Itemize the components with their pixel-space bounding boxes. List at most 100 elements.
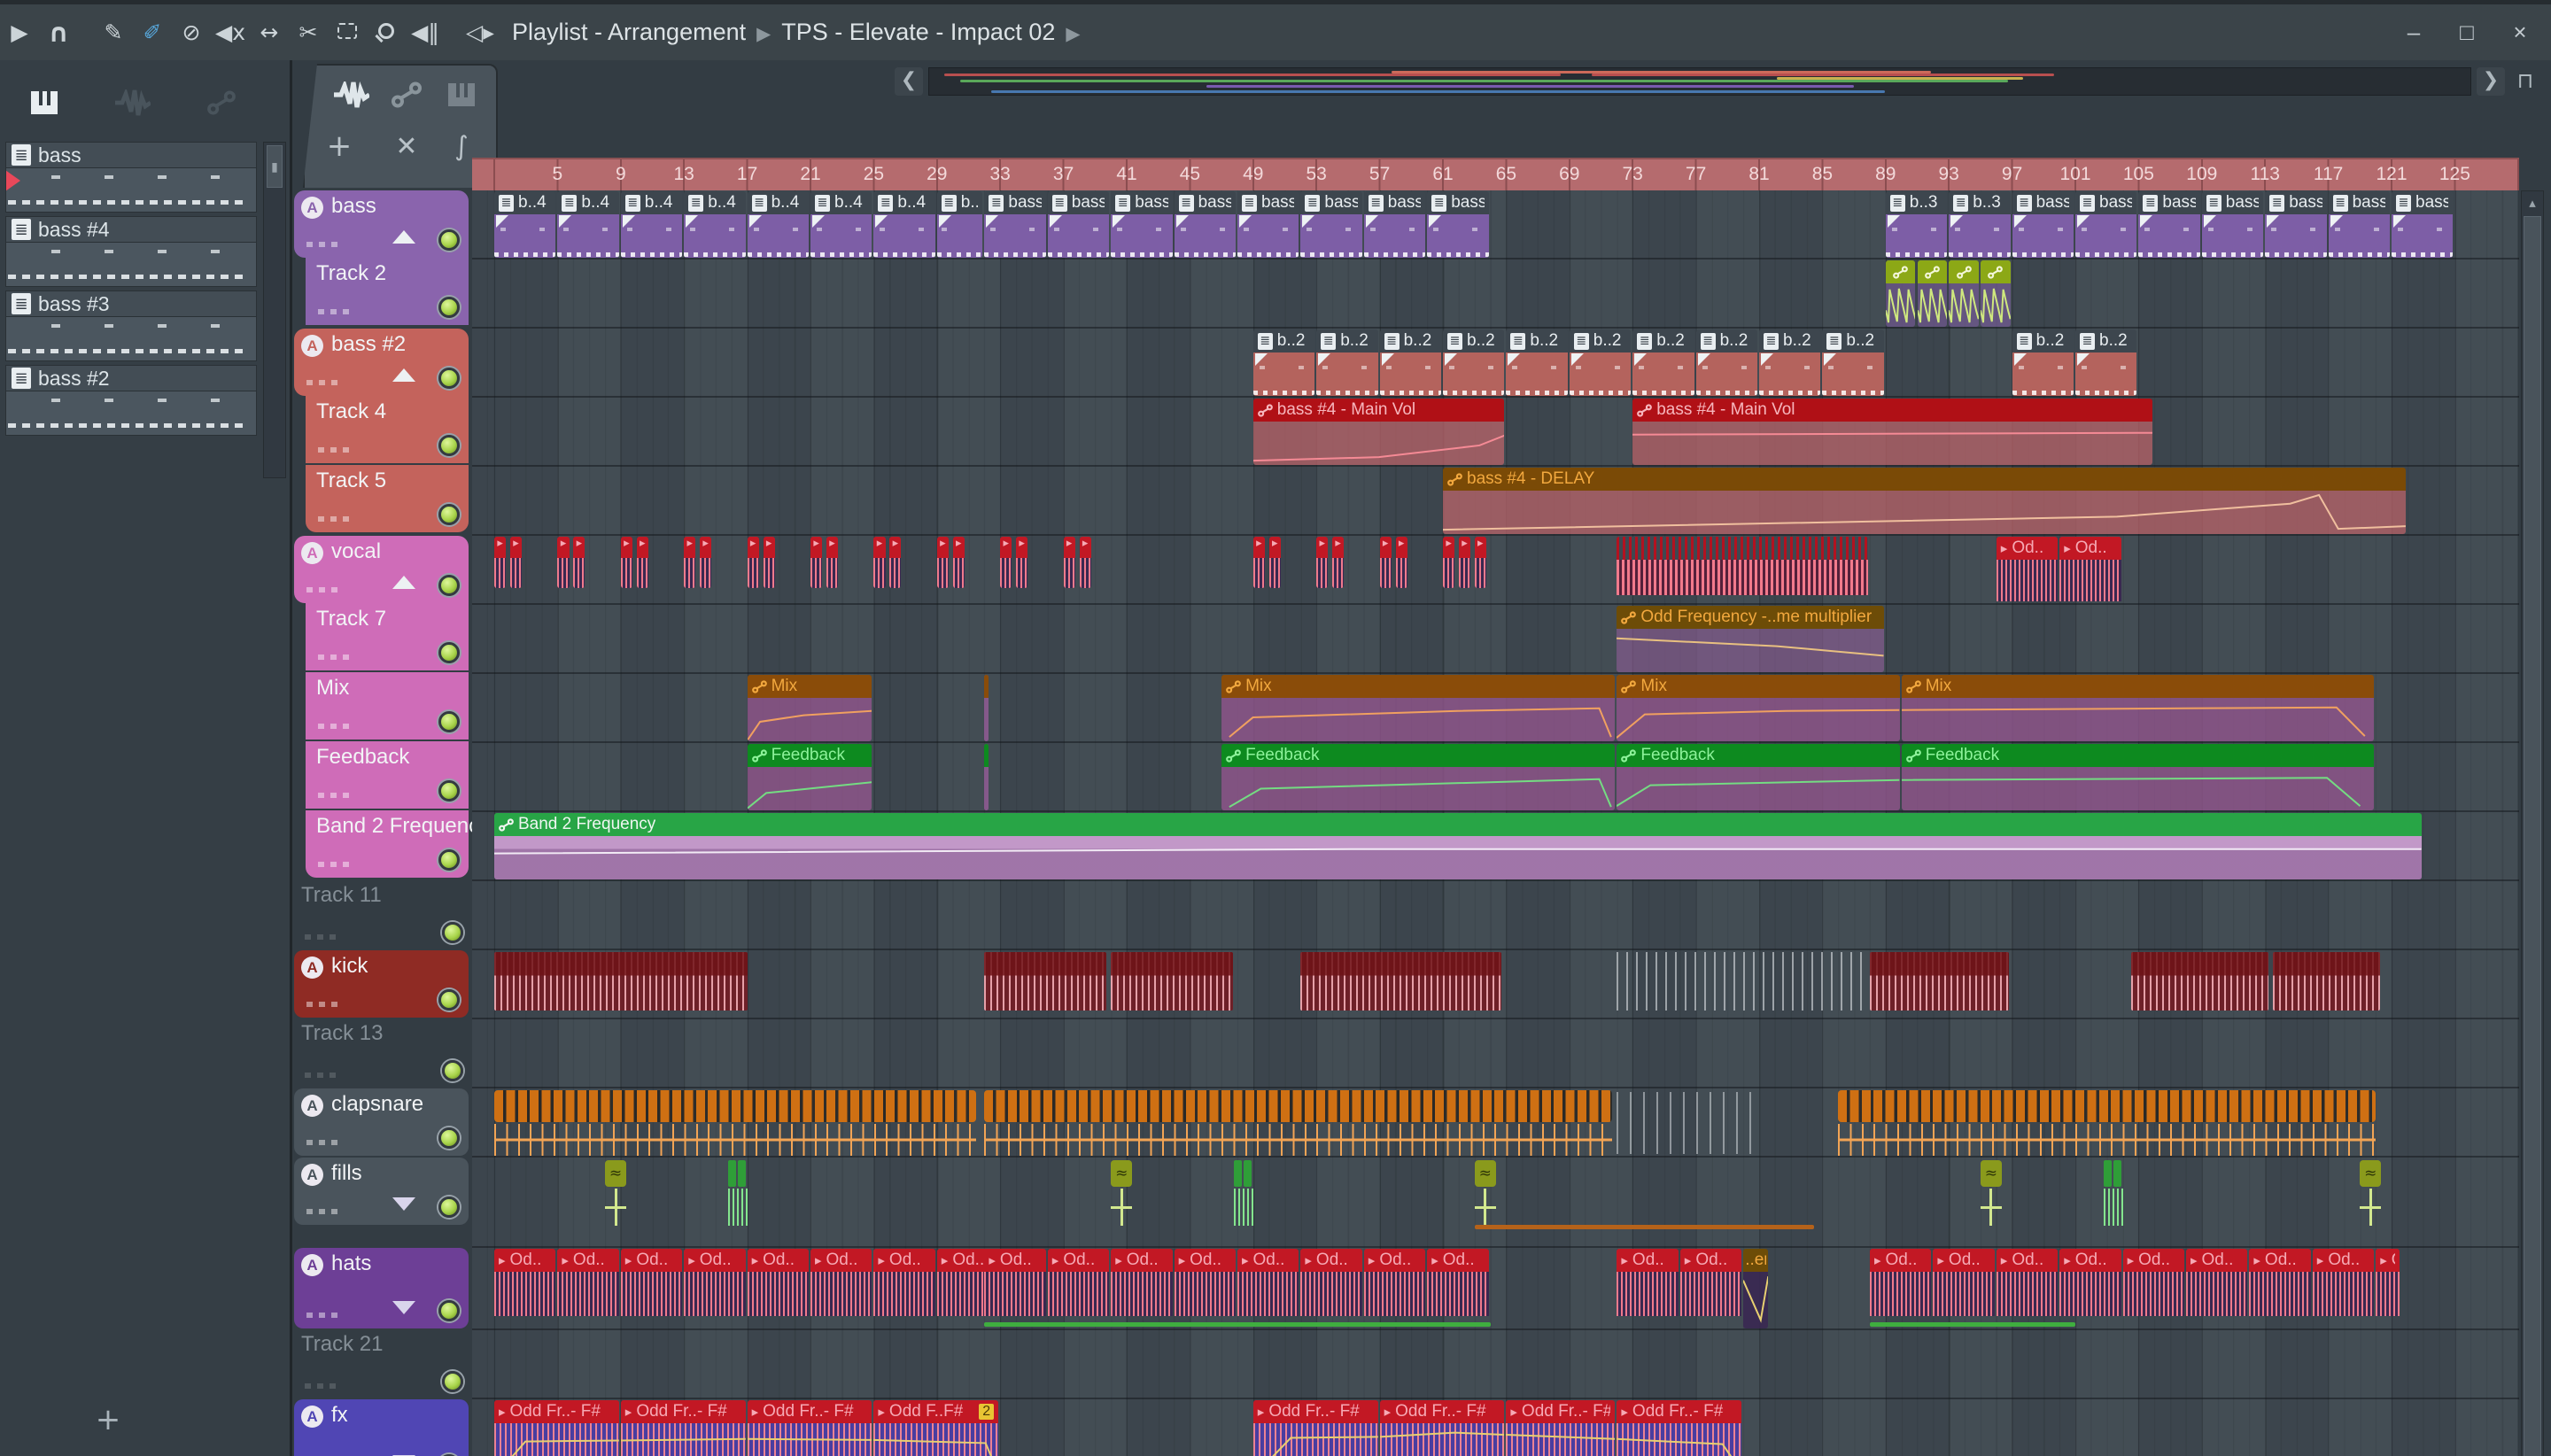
kick-audio-stabs[interactable] xyxy=(1111,952,1233,1011)
kick-audio-stabs[interactable] xyxy=(984,952,1106,1011)
audio-clip[interactable]: ▸ Od.. xyxy=(1427,1249,1489,1328)
pattern-clip[interactable]: ≣ bass xyxy=(1111,191,1173,258)
audio-clip[interactable]: ▸ xyxy=(826,537,839,588)
tab-audio-clips[interactable] xyxy=(324,69,379,120)
pattern-preview[interactable] xyxy=(5,168,257,213)
play-tool-icon[interactable]: ▶ xyxy=(0,19,39,45)
audio-clip[interactable]: ▸ xyxy=(1252,537,1265,588)
mute-led[interactable] xyxy=(438,711,460,732)
audio-clip[interactable]: ▸ xyxy=(952,537,965,588)
kick-audio-stabs[interactable] xyxy=(494,952,748,1011)
thin-clip-line[interactable] xyxy=(1474,1225,1815,1229)
add-pattern-button[interactable]: + xyxy=(89,1403,128,1437)
mute-led[interactable] xyxy=(438,989,460,1011)
automation-clip[interactable]: bass #4 - Main Vol xyxy=(1632,399,2153,465)
pattern-clip[interactable]: ≣ bass xyxy=(1300,191,1362,258)
track-header-track-7[interactable]: Track 7 xyxy=(292,603,472,674)
audio-clip[interactable]: ▸ xyxy=(1063,537,1075,588)
audio-clip[interactable]: ▸ xyxy=(1000,537,1012,588)
audio-clip[interactable]: ▸ Od.. xyxy=(1933,1249,1995,1328)
automation-sliver-clip[interactable] xyxy=(984,675,989,741)
scroll-right-button[interactable]: ❯ xyxy=(2477,67,2505,96)
track-color-block[interactable]: Akick xyxy=(294,950,469,1018)
track-header-mix[interactable]: Mix xyxy=(292,672,472,743)
pattern-preview[interactable] xyxy=(5,391,257,436)
mute-led[interactable] xyxy=(438,297,460,318)
track-header-track-2[interactable]: Track 2 xyxy=(292,258,472,329)
mute-led[interactable] xyxy=(438,1127,460,1149)
clapsnare-sparse[interactable] xyxy=(1617,1092,1760,1154)
thin-clip-line[interactable] xyxy=(984,1322,1491,1327)
pattern-clip[interactable]: ≣ b..2 xyxy=(1822,329,1884,396)
audio-clip[interactable]: ▸ Od.. xyxy=(2059,537,2121,603)
track-color-block[interactable]: Abass #2 xyxy=(294,329,469,396)
stretch-tool-icon[interactable]: ↔ xyxy=(250,19,289,45)
audio-clip[interactable]: ▸ Od.. xyxy=(1996,537,2059,603)
audio-clip[interactable]: ▸ Odd Fr..- F# xyxy=(1252,1400,1378,1456)
pattern-clip[interactable]: ≣ b..2 xyxy=(1252,329,1315,396)
audio-clip[interactable]: ▸ Od.. xyxy=(620,1249,683,1328)
audio-clip[interactable]: ▸ xyxy=(494,537,507,588)
audio-clip[interactable]: ▸ xyxy=(1316,537,1329,588)
kick-audio-stabs[interactable] xyxy=(1870,952,2010,1011)
pattern-preview[interactable] xyxy=(5,317,257,361)
track-color-block[interactable]: Ahats xyxy=(294,1248,469,1328)
audio-clip[interactable]: ▸ Od.. xyxy=(1617,1249,1679,1328)
pattern-blocks-icon[interactable]: ⊓ xyxy=(2510,67,2540,96)
pattern-clip[interactable]: ≣ bass xyxy=(2392,191,2454,258)
draw-tool-icon[interactable]: ✎ xyxy=(94,19,133,45)
snap-magnet-icon[interactable]: ∩ xyxy=(39,18,78,48)
pattern-clip[interactable]: ≣ b..4 xyxy=(494,191,556,258)
track-header-track-11[interactable]: Track 11 xyxy=(292,881,472,950)
mute-led[interactable] xyxy=(442,1371,463,1392)
track-color-block[interactable]: Afx xyxy=(294,1399,469,1456)
audio-clip[interactable]: ▸ xyxy=(1474,537,1486,588)
track-header-track-5[interactable]: Track 5 xyxy=(292,465,472,536)
audio-clip[interactable]: ▸ Odd Fr..- F# xyxy=(1379,1400,1505,1456)
tab-automation[interactable] xyxy=(177,89,266,120)
automation-clip[interactable]: Feedback xyxy=(747,744,872,810)
clapsnare-hits[interactable] xyxy=(1838,1090,2377,1122)
automation-clip[interactable] xyxy=(1885,260,1916,327)
audio-clip[interactable]: ▸ Od.. xyxy=(984,1249,1046,1328)
fill-clip[interactable]: ≈ xyxy=(605,1160,626,1228)
fill-clip[interactable]: ≈ xyxy=(2360,1160,2382,1228)
mute-led[interactable] xyxy=(438,368,460,389)
close-button[interactable]: × xyxy=(2505,19,2535,46)
thin-clip-line[interactable] xyxy=(1870,1322,2076,1327)
audio-clip[interactable]: ▸ xyxy=(1458,537,1471,588)
mute-led[interactable] xyxy=(438,435,460,456)
track-header-track-21[interactable]: Track 21 xyxy=(292,1330,472,1399)
pattern-clip[interactable]: ≣ bass xyxy=(1427,191,1489,258)
automation-sliver-clip[interactable] xyxy=(984,744,989,810)
mute-led[interactable] xyxy=(438,504,460,525)
track-color-block[interactable]: Afills xyxy=(294,1158,469,1225)
automation-clip[interactable] xyxy=(1949,260,1979,327)
automation-clip[interactable]: bass #4 - DELAY xyxy=(1443,468,2406,534)
pattern-clip[interactable]: ≣ b.. xyxy=(936,191,983,258)
audio-clip[interactable]: ▸ Od.. xyxy=(1363,1249,1426,1328)
pattern-clip[interactable]: ≣ b..2 xyxy=(1569,329,1632,396)
mute-led[interactable] xyxy=(438,1300,460,1321)
scrollbar-handle[interactable] xyxy=(2524,216,2541,1456)
audio-stutter-clip[interactable] xyxy=(1617,537,1868,597)
audio-clip[interactable]: ▸ xyxy=(1395,537,1407,588)
audio-clip[interactable]: ▸ xyxy=(684,537,696,588)
audio-clip[interactable]: ▸ Od.. xyxy=(1996,1249,2059,1328)
track-header-fx[interactable]: Afx xyxy=(292,1399,472,1456)
audio-clip[interactable]: ▸ xyxy=(747,537,759,588)
playlist-grid[interactable]: ≣ b..4 ≣ b..4 ≣ b..4 ≣ b..4 ≣ b..4 ≣ b..4 ≣ b..4 ≣ b.. ≣… xyxy=(472,190,2519,1456)
clapsnare-hits[interactable] xyxy=(984,1090,1612,1122)
maximize-button[interactable]: □ xyxy=(2452,19,2482,46)
audio-clip[interactable]: ▸ xyxy=(509,537,523,588)
audio-clip[interactable]: ▸ Od.. xyxy=(2122,1249,2184,1328)
mute-led[interactable] xyxy=(442,922,463,943)
track-header-kick[interactable]: Akick xyxy=(292,950,472,1019)
fill-clip[interactable] xyxy=(1234,1160,1254,1228)
pattern-clip[interactable]: ≣ bass xyxy=(1047,191,1110,258)
track-header-bass[interactable]: Abass xyxy=(292,190,472,259)
audio-clip[interactable]: ▸ xyxy=(889,537,902,588)
pattern-clip[interactable]: ≣ b..2 xyxy=(2012,329,2074,396)
timeline-ruler[interactable]: 5 9 13 17 21 25 29 33 37 41 45 49 53 57 61 65 69 73 77 81 85… xyxy=(472,158,2519,190)
audio-clip[interactable]: ▸ xyxy=(763,537,775,588)
